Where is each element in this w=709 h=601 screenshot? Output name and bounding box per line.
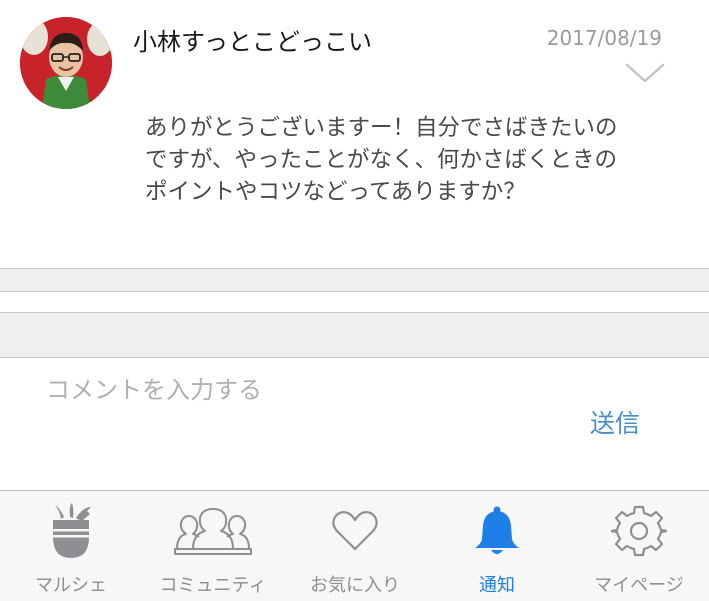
section-divider [0, 268, 709, 292]
tab-label: コミュニティ [159, 575, 267, 596]
comment-message-line: ありがとうございますー！自分でさばきたいの [145, 115, 618, 141]
tab-label: 通知 [479, 575, 515, 596]
tab-mypage[interactable]: マイページ [568, 491, 709, 601]
tab-label: お気に入り [310, 575, 400, 596]
chevron-down-icon[interactable] [624, 62, 666, 84]
comment-input[interactable] [46, 370, 586, 410]
comment-message-line: ですが、やったことがなく、何かさばくときの [145, 147, 618, 173]
section-divider [0, 312, 709, 358]
user-avatar[interactable] [20, 17, 112, 109]
heart-icon [284, 503, 426, 559]
tab-bar: マルシェ コミュニティ お気に入り 通知 マイページ [0, 490, 709, 601]
comment-date: 2017/08/19 [546, 26, 662, 50]
comment-message: ありがとうございますー！自分でさばきたいの ですが、やったことがなく、何かさばく… [145, 112, 690, 208]
tab-favorites[interactable]: お気に入り [284, 491, 426, 601]
user-avatar-icon [20, 17, 112, 109]
tab-marche[interactable]: マルシェ [0, 491, 142, 601]
community-people-icon [142, 503, 284, 559]
gear-icon [568, 503, 709, 559]
tab-label: マルシェ [35, 575, 107, 596]
tab-community[interactable]: コミュニティ [142, 491, 284, 601]
tab-label: マイページ [594, 575, 684, 596]
comment-message-line: ポイントやコツなどってありますか？ [145, 179, 526, 205]
vegetable-basket-icon [0, 503, 142, 559]
tab-notifications[interactable]: 通知 [426, 491, 568, 601]
comment-author-name: 小林すっとこどっこい [133, 28, 373, 56]
send-button[interactable]: 送信 [590, 404, 640, 440]
bell-icon [426, 503, 568, 559]
